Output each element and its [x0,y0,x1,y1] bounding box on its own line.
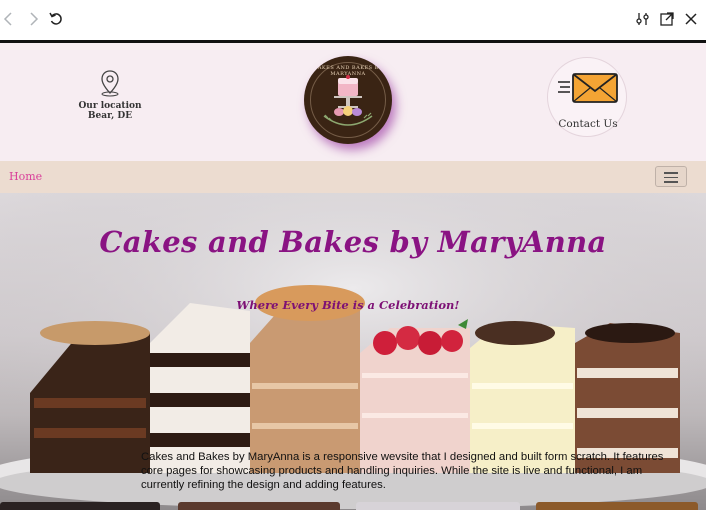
contact-us-label: Contact Us [558,118,618,130]
map-pin-icon [101,70,119,97]
location-city: Bear, DE [87,111,133,121]
envelope-icon [558,73,618,103]
site-header: Our location Bear, DE CAKES AND BAKES BY… [0,43,706,161]
cake-stand-icon [323,75,373,126]
close-icon[interactable] [682,10,700,28]
gallery-thumbnail[interactable] [536,502,698,510]
hero-description: Cakes and Bakes by MaryAnna is a respons… [141,451,664,491]
external-link-icon[interactable] [658,10,676,28]
contact-us-button[interactable]: Contact Us [547,57,627,137]
hero-subtitle: Where Every Bite is a Celebration! [236,298,460,312]
hero-section: Cakes and Bakes by MaryAnna Where Every … [0,193,706,510]
gallery-thumbnail[interactable] [178,502,340,510]
nav-home-link[interactable]: Home [9,170,42,183]
site-logo[interactable]: CAKES AND BAKES BY MARYANNA [304,56,392,144]
sliders-icon[interactable] [634,10,652,28]
chevron-left-icon[interactable] [0,10,18,28]
undo-icon[interactable] [47,10,65,28]
location-block[interactable]: Our location Bear, DE [70,69,150,121]
hero-title: Cakes and Bakes by MaryAnna [99,225,607,259]
gallery-thumbnail-strip [0,502,706,510]
gallery-thumbnail[interactable] [356,502,520,510]
hamburger-icon[interactable] [655,166,687,187]
gallery-thumbnail[interactable] [0,502,160,510]
chevron-right-icon[interactable] [24,10,42,28]
navbar: Home [0,161,706,193]
browser-toolbar [0,0,706,40]
location-label: Our location [78,101,142,111]
